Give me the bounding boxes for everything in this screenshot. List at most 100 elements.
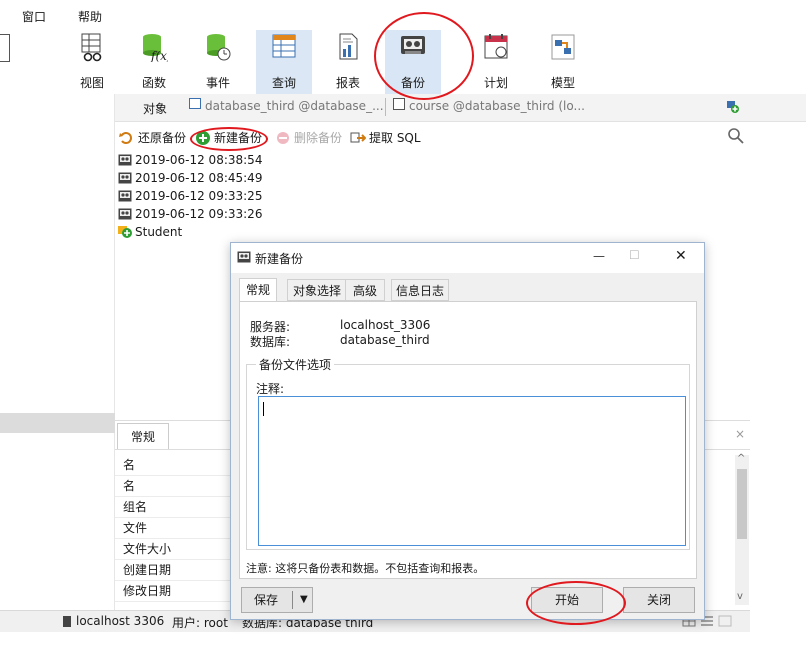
delete-icon: [277, 131, 289, 144]
toolbar-query[interactable]: 查询: [256, 30, 312, 94]
divider: [292, 591, 293, 609]
navigation-pane: [0, 94, 115, 610]
table-icon[interactable]: [0, 34, 10, 62]
backup-item-label: 2019-06-12 08:38:54: [135, 153, 263, 167]
tab-course[interactable]: course @database_third (lo...: [409, 99, 585, 113]
event-icon: [207, 34, 231, 61]
menu-help[interactable]: 帮助: [78, 8, 102, 25]
extract-sql-icon: [350, 132, 366, 142]
toolbar-event[interactable]: 事件: [190, 30, 246, 94]
object-tab-bar: 对象 database_third @database_... course @…: [115, 94, 806, 122]
dialog-title-bar[interactable]: 新建备份 — ☐ ✕: [231, 243, 704, 273]
list-item[interactable]: 2019-06-12 09:33:25: [118, 187, 262, 205]
backup-item-label: Student: [135, 225, 183, 239]
backup-icon: [401, 36, 425, 54]
close-button[interactable]: 关闭: [623, 587, 695, 613]
minimize-button[interactable]: —: [593, 249, 605, 263]
new-object-icon[interactable]: [726, 100, 739, 113]
backup-options-label: 备份文件选项: [256, 356, 335, 373]
database-tab-icon: [189, 98, 201, 109]
save-button-label: 保存: [254, 593, 279, 607]
status-connection: localhost 3306: [76, 614, 165, 628]
new-backup-dialog: 新建备份 — ☐ ✕ 常规 对象选择 高级 信息日志 服务器: localhos…: [230, 242, 705, 620]
delete-backup-button[interactable]: 删除备份: [275, 129, 342, 146]
toolbar-model[interactable]: 模型: [535, 30, 591, 94]
info-row-name-2: 名: [115, 476, 235, 497]
backup-toolbar: 还原备份 新建备份 删除备份 提取 SQL: [115, 125, 806, 149]
backup-item-label: 2019-06-12 09:33:25: [135, 189, 263, 203]
search-icon[interactable]: [727, 127, 745, 145]
server-icon: [63, 616, 71, 627]
backup-file-icon: [118, 154, 132, 166]
info-panel-close[interactable]: ×: [735, 427, 745, 441]
query-icon: [272, 34, 296, 58]
comment-textarea[interactable]: [258, 396, 686, 546]
toolbar-event-label: 事件: [205, 76, 230, 90]
menu-window[interactable]: 窗口: [22, 8, 46, 25]
list-item[interactable]: 2019-06-12 09:33:26: [118, 205, 262, 223]
main-toolbar: 视图 f(x) 函数 事件 查询: [0, 30, 750, 94]
tab-advanced[interactable]: 高级: [345, 279, 385, 301]
info-scrollbar[interactable]: ^ v: [735, 453, 749, 605]
tab-database-third[interactable]: database_third @database_...: [205, 99, 384, 113]
list-item[interactable]: Student: [118, 223, 182, 241]
navigation-pane-scrollbar[interactable]: [0, 413, 115, 433]
toolbar-function-label: 函数: [141, 76, 166, 90]
delete-backup-label: 删除备份: [294, 131, 343, 145]
server-value: localhost_3306: [340, 318, 431, 332]
start-button[interactable]: 开始: [531, 587, 603, 613]
toolbar-backup[interactable]: 备份: [385, 30, 441, 94]
info-row-created: 创建日期: [115, 560, 235, 581]
info-tab-general[interactable]: 常规: [117, 423, 169, 449]
database-label: 数据库:: [250, 335, 291, 349]
toolbar-view[interactable]: 视图: [64, 30, 120, 94]
toolbar-schedule[interactable]: 计划: [468, 30, 524, 94]
database-value: database_third: [340, 333, 430, 347]
scroll-down-icon[interactable]: v: [737, 591, 743, 602]
toolbar-backup-label: 备份: [400, 76, 425, 90]
list-item[interactable]: 2019-06-12 08:45:49: [118, 169, 262, 187]
info-scrollbar-thumb[interactable]: [737, 469, 747, 539]
maximize-button[interactable]: ☐: [629, 248, 640, 262]
restore-backup-button[interactable]: 还原备份: [119, 129, 186, 146]
info-row-file: 文件: [115, 518, 235, 539]
svg-text:f(x): f(x): [150, 49, 168, 62]
save-button[interactable]: 保存 ▼: [241, 587, 313, 613]
backup-item-label: 2019-06-12 09:33:26: [135, 207, 263, 221]
toolbar-function[interactable]: f(x) 函数: [126, 30, 182, 94]
tab-object-selection[interactable]: 对象选择: [287, 279, 347, 301]
backup-file-icon: [118, 172, 132, 184]
object-tab-label[interactable]: 对象: [143, 100, 167, 117]
detail-view-icon[interactable]: [718, 615, 732, 627]
report-icon: [339, 33, 358, 60]
backup-icon: [237, 251, 251, 263]
table-tab-icon: [393, 98, 405, 110]
list-item[interactable]: 2019-06-12 08:38:54: [118, 151, 262, 169]
new-backup-button[interactable]: 新建备份: [195, 129, 262, 146]
restore-backup-label: 还原备份: [138, 131, 187, 145]
add-icon: [196, 130, 210, 145]
view-icon: [81, 33, 102, 62]
tab-divider: [385, 98, 386, 116]
extract-sql-button[interactable]: 提取 SQL: [350, 129, 421, 146]
extract-sql-label: 提取 SQL: [369, 131, 421, 145]
toolbar-query-label: 查询: [271, 76, 296, 90]
backup-file-icon: [118, 190, 132, 202]
status-user: 用户: root: [172, 616, 228, 630]
comment-label: 注释:: [256, 382, 285, 396]
toolbar-report[interactable]: 报表: [320, 30, 376, 94]
chevron-down-icon[interactable]: ▼: [300, 588, 308, 612]
new-backup-profile-icon: [118, 226, 132, 238]
dialog-body: 服务器: localhost_3306 数据库: database_third …: [239, 301, 697, 579]
scroll-up-icon[interactable]: ^: [737, 453, 745, 464]
tab-general[interactable]: 常规: [239, 278, 277, 302]
restore-icon: [119, 131, 132, 144]
backup-file-icon: [118, 208, 132, 220]
close-icon[interactable]: ✕: [675, 248, 687, 264]
model-icon: [551, 34, 575, 60]
text-cursor: [263, 402, 264, 416]
info-row-filesize: 文件大小: [115, 539, 235, 560]
tab-message-log[interactable]: 信息日志: [391, 279, 449, 301]
menu-bar: 窗口 帮助: [0, 0, 750, 30]
toolbar-schedule-label: 计划: [483, 76, 508, 90]
